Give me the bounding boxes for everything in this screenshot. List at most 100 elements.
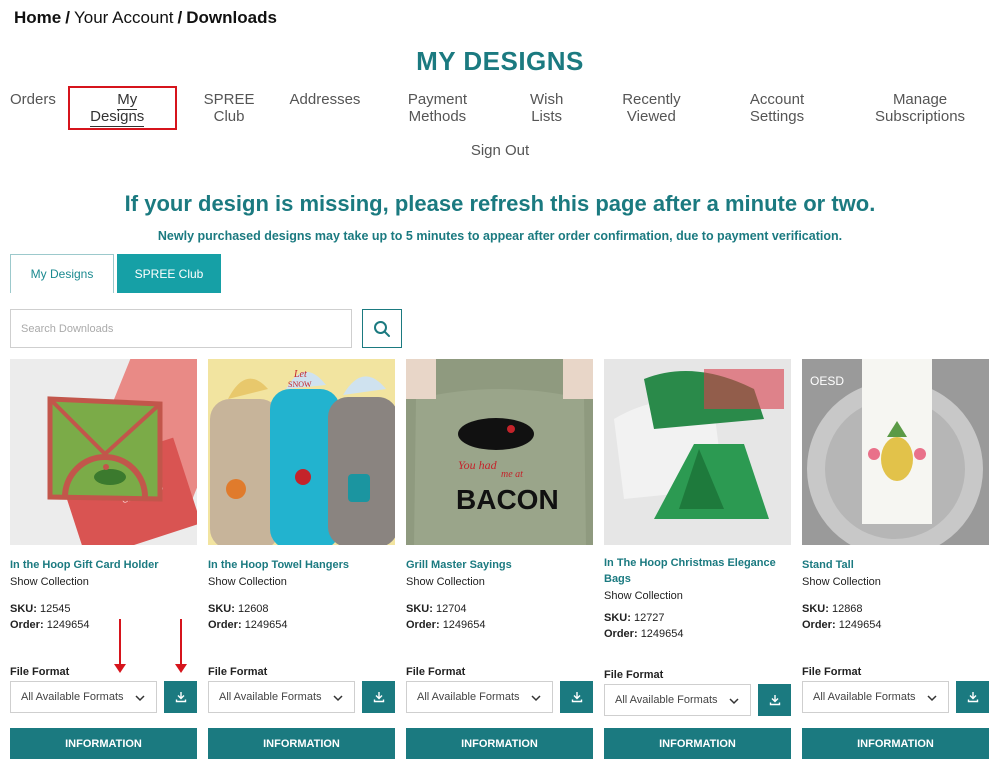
order-value: 1249654 <box>244 619 288 631</box>
search-icon <box>374 320 390 337</box>
download-button[interactable] <box>164 681 197 713</box>
product-order: Order: 1249654 <box>406 619 593 631</box>
product-name[interactable]: In the Hoop Towel Hangers <box>208 557 395 573</box>
file-format-label: File Format <box>802 666 862 678</box>
nav-account-settings[interactable]: Account Settings <box>714 91 840 130</box>
download-icon <box>175 692 186 703</box>
file-format-select[interactable]: All Available Formats <box>604 684 751 716</box>
sku-label: SKU: <box>406 603 433 615</box>
download-icon <box>967 692 978 703</box>
apron-text-3: BACON <box>456 484 559 515</box>
order-value: 1249654 <box>640 628 684 640</box>
sku-value: 12545 <box>39 603 71 615</box>
missing-design-notice: If your design is missing, please refres… <box>124 191 876 216</box>
product-order: Order: 1249654 <box>10 619 197 631</box>
breadcrumb-account[interactable]: Your Account <box>74 8 174 27</box>
design-tabs: My Designs SPREE Club <box>10 254 221 293</box>
nav-spree-club[interactable]: SPREE Club <box>179 91 280 130</box>
product-name[interactable]: Stand Tall <box>802 557 989 573</box>
show-collection-link[interactable]: Show Collection <box>10 576 197 588</box>
chevron-down-icon <box>135 695 145 702</box>
download-button[interactable] <box>956 681 989 713</box>
file-format-value: All Available Formats <box>417 691 520 703</box>
product-card: You had me at BACON Grill Master Sayings… <box>406 359 593 759</box>
breadcrumb-home[interactable]: Home <box>14 8 61 27</box>
download-icon <box>373 692 384 703</box>
product-image[interactable]: OESD <box>802 359 989 545</box>
product-name[interactable]: Grill Master Sayings <box>406 557 593 573</box>
product-image[interactable]: GIFT CARD <box>10 359 197 545</box>
product-sku: SKU: 12608 <box>208 603 395 615</box>
nav-payment-methods[interactable]: Payment Methods <box>370 91 504 130</box>
page-title: MY DESIGNS <box>416 46 584 76</box>
download-button[interactable] <box>758 684 791 716</box>
sku-value: 12608 <box>237 603 269 615</box>
product-order: Order: 1249654 <box>208 619 395 631</box>
chevron-down-icon <box>729 698 739 705</box>
information-button[interactable]: INFORMATION <box>802 728 989 759</box>
file-format-value: All Available Formats <box>615 694 718 706</box>
nav-wish-lists[interactable]: Wish Lists <box>504 91 588 130</box>
product-name[interactable]: In the Hoop Gift Card Holder <box>10 557 197 573</box>
information-button[interactable]: INFORMATION <box>10 728 197 759</box>
chevron-down-icon <box>927 695 937 702</box>
file-format-select[interactable]: All Available Formats <box>802 681 949 713</box>
show-collection-link[interactable]: Show Collection <box>208 576 395 588</box>
information-button[interactable]: INFORMATION <box>208 728 395 759</box>
sku-label: SKU: <box>604 612 631 624</box>
product-image[interactable]: Let SNOW <box>208 359 395 545</box>
file-format-select[interactable]: All Available Formats <box>10 681 157 713</box>
product-image[interactable] <box>604 359 791 545</box>
download-icon <box>571 692 582 703</box>
product-sku: SKU: 12704 <box>406 603 593 615</box>
nav-manage-subscriptions[interactable]: Manage Subscriptions <box>840 91 1000 130</box>
order-label: Order: <box>208 619 242 631</box>
nav-addresses[interactable]: Addresses <box>280 91 371 130</box>
nav-my-designs[interactable]: My Designs <box>90 91 145 127</box>
file-format-select[interactable]: All Available Formats <box>208 681 355 713</box>
nav-recently-viewed[interactable]: Recently Viewed <box>589 91 714 130</box>
sku-label: SKU: <box>10 603 37 615</box>
download-button[interactable] <box>362 681 395 713</box>
download-icon <box>769 695 780 706</box>
apron-text-2: me at <box>501 469 523 480</box>
sku-value: 12704 <box>435 603 467 615</box>
tab-my-designs[interactable]: My Designs <box>10 254 114 293</box>
file-format-label: File Format <box>406 666 466 678</box>
sku-label: SKU: <box>208 603 235 615</box>
information-button[interactable]: INFORMATION <box>604 728 791 759</box>
product-card: In The Hoop Christmas Elegance Bags Show… <box>604 359 791 759</box>
nav-sign-out[interactable]: Sign Out <box>461 142 539 159</box>
nav-highlight-box: My Designs <box>67 86 177 130</box>
information-button[interactable]: INFORMATION <box>406 728 593 759</box>
towel-text-2: SNOW <box>288 380 312 389</box>
nav-orders[interactable]: Orders <box>0 91 66 130</box>
product-image[interactable]: You had me at BACON <box>406 359 593 545</box>
chevron-down-icon <box>531 695 541 702</box>
product-card: OESD Stand Tall Show Collection SKU: 128… <box>802 359 989 759</box>
sku-value: 12727 <box>633 612 665 624</box>
file-format-value: All Available Formats <box>219 691 322 703</box>
watermark-text: OESD <box>810 374 844 388</box>
product-order: Order: 1249654 <box>604 628 791 640</box>
annotation-arrow <box>175 619 187 673</box>
order-label: Order: <box>802 619 836 631</box>
search-button[interactable] <box>362 309 402 348</box>
show-collection-link[interactable]: Show Collection <box>604 590 791 602</box>
show-collection-link[interactable]: Show Collection <box>406 576 593 588</box>
file-format-select[interactable]: All Available Formats <box>406 681 553 713</box>
chevron-down-icon <box>333 695 343 702</box>
product-order: Order: 1249654 <box>802 619 989 631</box>
search-input[interactable]: Search Downloads <box>10 309 352 348</box>
tab-spree-club[interactable]: SPREE Club <box>117 254 221 293</box>
show-collection-link[interactable]: Show Collection <box>802 576 989 588</box>
annotation-arrow <box>114 619 126 673</box>
product-sku: SKU: 12868 <box>802 603 989 615</box>
product-name[interactable]: In The Hoop Christmas Elegance Bags <box>604 555 791 587</box>
file-format-label: File Format <box>208 666 268 678</box>
apron-text-1: You had <box>458 458 498 472</box>
download-button[interactable] <box>560 681 593 713</box>
file-format-value: All Available Formats <box>813 691 916 703</box>
file-format-label: File Format <box>604 669 664 681</box>
product-sku: SKU: 12545 <box>10 603 197 615</box>
